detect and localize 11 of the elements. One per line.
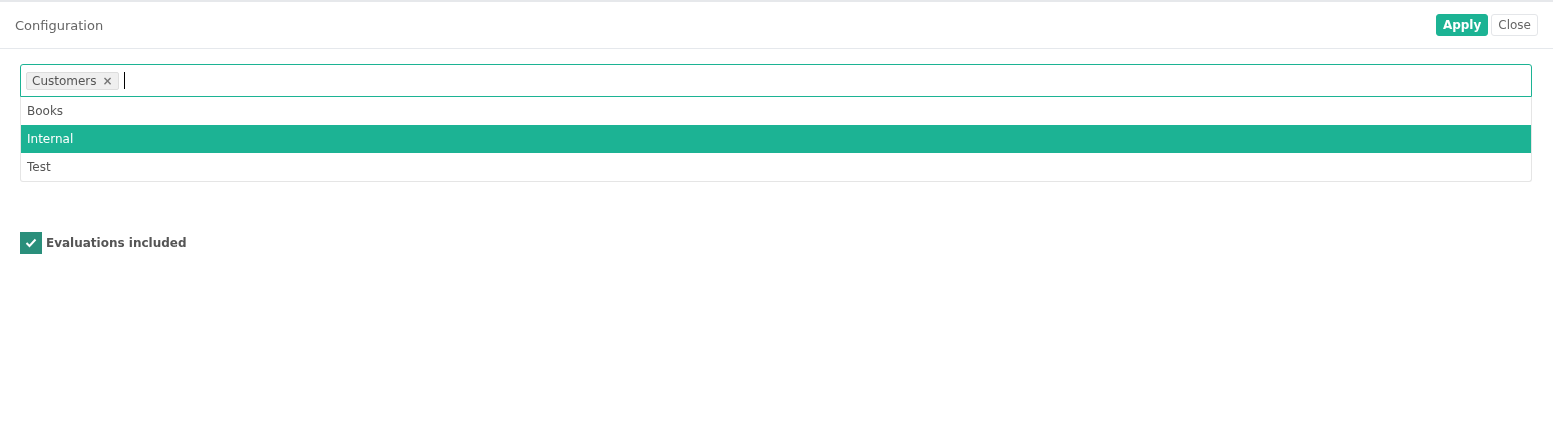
checkbox-label: Evaluations included <box>46 236 187 250</box>
panel-title: Configuration <box>15 17 104 33</box>
dropdown-option[interactable]: Test <box>21 153 1531 181</box>
tag-select-field[interactable]: Customers × <box>20 64 1532 97</box>
check-icon <box>25 238 37 248</box>
checkbox[interactable] <box>20 232 42 254</box>
text-cursor <box>123 72 125 89</box>
dropdown-option[interactable]: Books <box>21 97 1531 125</box>
tag-label: Customers <box>32 73 97 88</box>
remove-icon[interactable]: × <box>102 73 113 88</box>
header-button[interactable]: Close <box>1491 14 1538 36</box>
